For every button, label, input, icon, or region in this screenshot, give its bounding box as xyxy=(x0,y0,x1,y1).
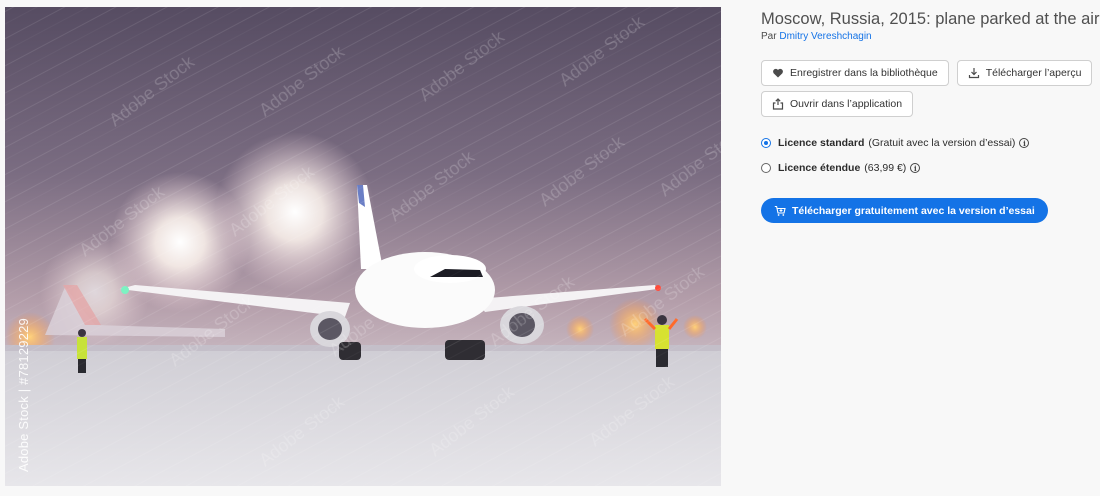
share-icon xyxy=(772,98,784,110)
open-app-row: Ouvrir dans l’application xyxy=(761,91,914,117)
download-free-trial-button[interactable]: Télécharger gratuitement avec la version… xyxy=(761,198,1048,223)
author-link[interactable]: Dmitry Vereshchagin xyxy=(779,31,871,42)
download-icon xyxy=(968,67,980,79)
heart-icon xyxy=(772,67,784,79)
license-name: Licence étendue xyxy=(778,162,861,174)
license-detail: (63,99 €) xyxy=(864,162,907,174)
byline: Par Dmitry Vereshchagin xyxy=(761,31,1096,42)
info-icon[interactable]: i xyxy=(910,163,921,173)
download-free-trial-label: Télécharger gratuitement avec la version… xyxy=(792,204,1035,217)
byline-prefix: Par xyxy=(761,31,777,42)
save-to-library-button[interactable]: Enregistrer dans la bibliothèque xyxy=(761,60,949,86)
radio-unselected[interactable] xyxy=(761,163,771,173)
cart-icon xyxy=(774,205,786,217)
asset-details-panel: Moscow, Russia, 2015: plane parked at th… xyxy=(761,8,1100,223)
license-option-standard[interactable]: Licence standard (Gratuit avec la versio… xyxy=(761,137,1030,149)
stock-photo[interactable]: Adobe Stock Adobe Stock Adobe Stock Adobe S… xyxy=(5,7,721,486)
photo-graphic: Adobe Stock Adobe Stock Adobe Stock Adobe S… xyxy=(5,7,721,486)
watermark-text: Adobe Stock | #78129229 xyxy=(16,318,31,472)
info-icon[interactable]: i xyxy=(1019,138,1030,148)
license-name: Licence standard xyxy=(778,137,865,149)
download-preview-label: Télécharger l’aperçu xyxy=(985,67,1082,79)
license-detail: (Gratuit avec la version d’essai) xyxy=(868,137,1016,149)
asset-title: Moscow, Russia, 2015: plane parked at th… xyxy=(761,10,1100,28)
license-option-extended[interactable]: Licence étendue (63,99 €) i xyxy=(761,162,921,174)
radio-selected[interactable] xyxy=(761,138,771,148)
action-row: Enregistrer dans la bibliothèque Télécha… xyxy=(761,60,1093,86)
download-preview-button[interactable]: Télécharger l’aperçu xyxy=(956,60,1093,86)
save-to-library-label: Enregistrer dans la bibliothèque xyxy=(790,67,938,79)
open-in-app-label: Ouvrir dans l’application xyxy=(790,98,903,110)
open-in-app-button[interactable]: Ouvrir dans l’application xyxy=(761,91,914,117)
